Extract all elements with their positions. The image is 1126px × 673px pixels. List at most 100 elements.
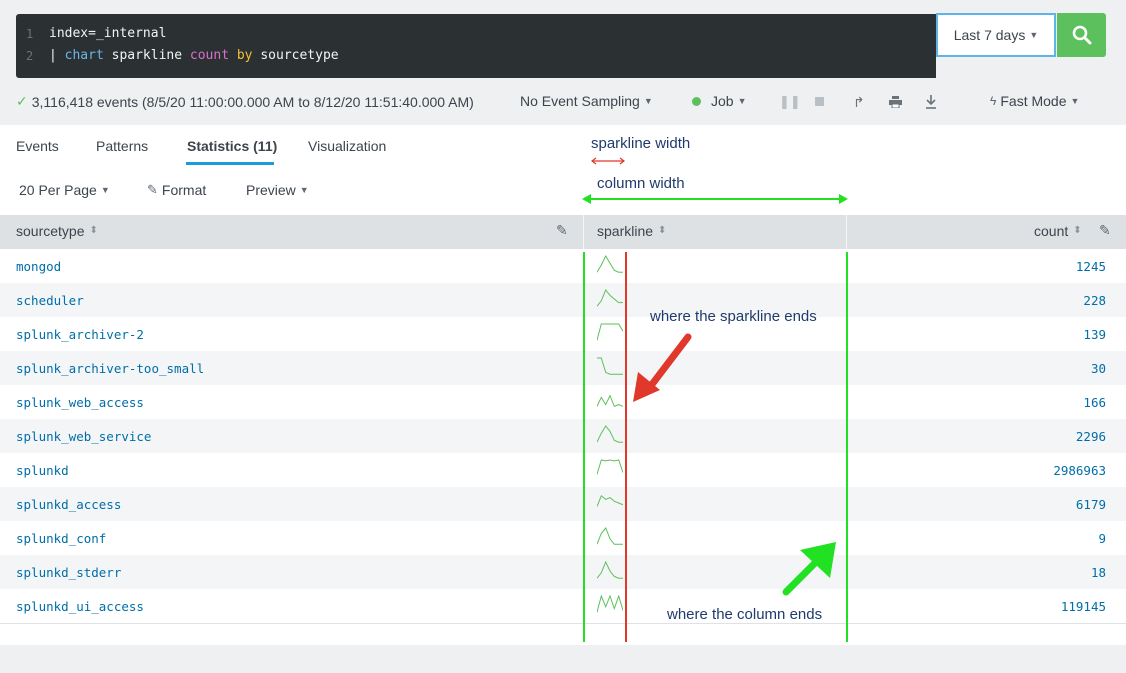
count-value[interactable]: 18: [1091, 565, 1106, 580]
table-row: scheduler 228: [0, 283, 1126, 317]
table-row: splunkd_conf 9: [0, 521, 1126, 555]
event-count-status: ✓ 3,116,418 events (8/5/20 11:00:00.000 …: [16, 93, 474, 110]
annotation-sparkline-end: where the sparkline ends: [650, 308, 817, 325]
job-menu[interactable]: Job ▼: [692, 93, 747, 109]
annotation-sparkline-width: sparkline width: [591, 135, 691, 152]
count-value[interactable]: 2986963: [1053, 463, 1106, 478]
sparkline-line: [597, 459, 623, 475]
sort-icon: ⬍: [89, 225, 98, 236]
sparkline-line: [597, 255, 623, 273]
pause-icon[interactable]: ❚❚: [779, 94, 801, 110]
sparkline-line: [597, 357, 623, 375]
sparkline-end-marker: [625, 252, 627, 642]
sourcetype-link[interactable]: scheduler: [16, 293, 84, 308]
count-value[interactable]: 119145: [1061, 599, 1106, 614]
caret-down-icon: ▼: [299, 185, 309, 195]
column-header-sparkline[interactable]: sparkline ⬍: [597, 223, 666, 239]
sparkline-chart: [597, 527, 623, 545]
sourcetype-link[interactable]: splunkd: [16, 463, 69, 478]
search-editor[interactable]: 1 index=_internal 2 | chart sparkline co…: [16, 14, 936, 78]
table-row: splunk_web_service 2296: [0, 419, 1126, 453]
search-mode-dropdown[interactable]: ϟ Fast Mode ▼: [990, 93, 1079, 109]
table-row: splunk_archiver-2 139: [0, 317, 1126, 351]
search-line-1: index=_internal: [49, 26, 167, 41]
print-icon[interactable]: [889, 96, 902, 108]
command-token: chart: [64, 48, 104, 63]
sparkline-chart: [597, 595, 623, 613]
pencil-icon[interactable]: ✎: [1099, 222, 1111, 239]
sourcetype-link[interactable]: splunk_web_access: [16, 395, 144, 410]
stop-icon[interactable]: [815, 97, 824, 106]
sparkline-chart: [597, 494, 623, 507]
preview-dropdown[interactable]: Preview ▼: [246, 182, 309, 198]
caret-down-icon: ▼: [1029, 30, 1039, 40]
event-sampling-dropdown[interactable]: No Event Sampling ▼: [520, 93, 653, 109]
per-page-dropdown[interactable]: 20 Per Page ▼: [19, 182, 110, 198]
lightning-icon: ϟ: [990, 94, 997, 108]
sparkline-line: [597, 425, 623, 443]
sourcetype-link[interactable]: splunk_archiver-too_small: [16, 361, 204, 376]
annotation-column-end: where the column ends: [667, 606, 823, 623]
column-divider: [583, 215, 584, 249]
export-icon[interactable]: [925, 95, 937, 109]
pipe-token: |: [49, 48, 65, 63]
sourcetype-link[interactable]: splunkd_conf: [16, 531, 106, 546]
pencil-icon: ✎: [147, 182, 158, 197]
sparkline-chart: [597, 459, 623, 475]
tab-events[interactable]: Events: [16, 138, 59, 154]
sourcetype-link[interactable]: splunk_web_service: [16, 429, 151, 444]
table-row: mongod 1245: [0, 249, 1126, 283]
sparkline-line: [597, 323, 623, 341]
green-pointer-arrow: [782, 542, 836, 596]
sparkline-chart: [597, 561, 623, 579]
line-number-2: 2: [26, 49, 34, 63]
count-value[interactable]: 166: [1083, 395, 1106, 410]
pencil-icon[interactable]: ✎: [556, 222, 568, 239]
count-value[interactable]: 228: [1083, 293, 1106, 308]
sparkline-line: [597, 527, 623, 545]
sourcetype-link[interactable]: splunkd_stderr: [16, 565, 121, 580]
sparkline-chart: [597, 394, 623, 408]
tab-patterns[interactable]: Patterns: [96, 138, 148, 154]
tab-visualization[interactable]: Visualization: [308, 138, 386, 154]
column-header-count[interactable]: count ⬍: [1034, 223, 1082, 239]
column-label: sparkline: [597, 223, 654, 239]
table-footer-space: [0, 624, 1126, 645]
field-token: sourcetype: [252, 48, 339, 63]
share-icon[interactable]: ↱: [853, 94, 865, 111]
sourcetype-link[interactable]: splunkd_ui_access: [16, 599, 144, 614]
sparkline-chart: [597, 357, 623, 375]
time-range-picker[interactable]: Last 7 days ▼: [936, 13, 1056, 57]
column-label: sourcetype: [16, 223, 85, 239]
per-page-label: 20 Per Page: [19, 182, 97, 198]
count-value[interactable]: 6179: [1076, 497, 1106, 512]
column-label: count: [1034, 223, 1069, 239]
annotation-column-width: column width: [597, 175, 685, 192]
job-status-icon: [692, 96, 701, 106]
column-header-sourcetype[interactable]: sourcetype ⬍: [16, 223, 98, 239]
caret-down-icon: ▼: [737, 96, 747, 106]
count-value[interactable]: 30: [1091, 361, 1106, 376]
count-value[interactable]: 9: [1098, 531, 1106, 546]
search-button[interactable]: [1057, 13, 1106, 57]
red-width-arrow: [591, 157, 625, 165]
sparkline-chart: [597, 289, 623, 307]
sourcetype-link[interactable]: mongod: [16, 259, 61, 274]
table-row: splunk_web_access 166: [0, 385, 1126, 419]
count-value[interactable]: 1245: [1076, 259, 1106, 274]
count-value[interactable]: 139: [1083, 327, 1106, 342]
sparkline-chart: [597, 323, 623, 341]
count-value[interactable]: 2296: [1076, 429, 1106, 444]
sourcetype-link[interactable]: splunkd_access: [16, 497, 121, 512]
sort-icon: ⬍: [658, 225, 667, 236]
tab-statistics[interactable]: Statistics (11): [187, 138, 277, 154]
sparkline-line: [597, 595, 623, 613]
active-tab-indicator: [186, 162, 274, 165]
sourcetype-link[interactable]: splunk_archiver-2: [16, 327, 144, 342]
table-row: splunkd_ui_access 119145: [0, 589, 1126, 623]
sparkline-line: [597, 289, 623, 307]
format-button[interactable]: ✎ Format: [147, 182, 206, 198]
event-sampling-label: No Event Sampling: [520, 93, 640, 109]
green-width-arrow: [582, 194, 848, 204]
search-line-2: | chart sparkline count by sourcetype: [49, 48, 339, 63]
